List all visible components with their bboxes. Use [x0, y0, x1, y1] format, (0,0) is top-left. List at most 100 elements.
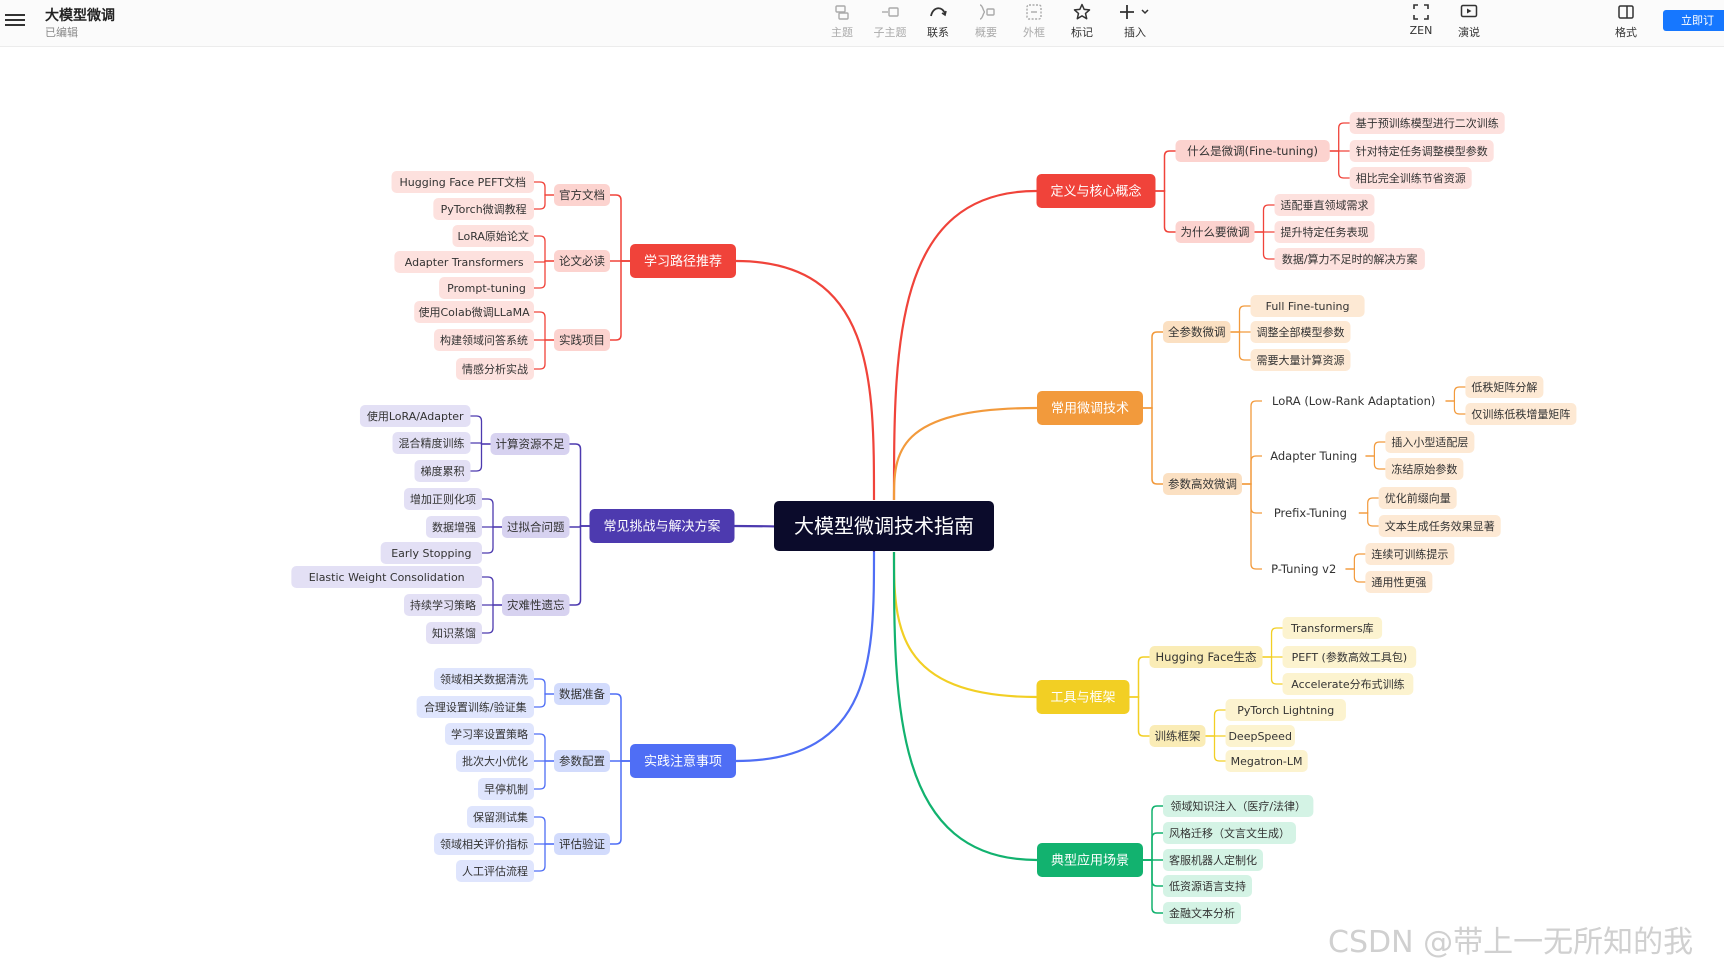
format-button[interactable]: 格式 [1598, 3, 1654, 40]
sub-link [610, 194, 630, 262]
leaf-topic[interactable]: PyTorch微调教程 [433, 198, 534, 220]
sub-topic[interactable]: 训练框架 [1149, 725, 1206, 747]
leaf-topic[interactable]: Adapter Transformers [394, 251, 534, 273]
leaf-topic[interactable]: Accelerate分布式训练 [1282, 673, 1414, 695]
node-text: Full Fine-tuning [1266, 300, 1350, 313]
sub-topic[interactable]: 参数高效微调 [1163, 473, 1242, 495]
leaf-topic[interactable]: 学习率设置策略 [445, 723, 534, 745]
main-topic[interactable]: 学习路径推荐 [630, 244, 736, 278]
leaf-topic[interactable]: 数据/算力不足时的解决方案 [1274, 248, 1425, 270]
leaf-topic[interactable]: 文本生成任务效果显著 [1378, 515, 1501, 537]
main-topic[interactable]: 典型应用场景 [1037, 843, 1143, 877]
leaf-topic[interactable]: 低秩矩阵分解 [1465, 376, 1544, 398]
leaf-topic[interactable]: Full Fine-tuning [1250, 295, 1365, 317]
sub-topic[interactable]: 过拟合问题 [502, 516, 570, 538]
sub-topic[interactable]: 为什么要微调 [1175, 221, 1255, 243]
leaf-topic[interactable]: Transformers库 [1282, 617, 1383, 639]
leaf-topic[interactable]: 连续可训练提示 [1365, 543, 1455, 565]
leaf-topic[interactable]: 优化前缀向量 [1378, 487, 1457, 509]
leaf-topic[interactable]: LoRA原始论文 [452, 225, 534, 247]
sub-topic[interactable]: Hugging Face生态 [1149, 646, 1263, 668]
leaf-topic[interactable]: Elastic Weight Consolidation [291, 566, 482, 588]
leaf-topic[interactable]: PEFT (参数高效工具包) [1282, 646, 1417, 668]
sub-topic[interactable]: 参数配置 [554, 750, 610, 772]
leaf-topic[interactable]: 持续学习策略 [404, 594, 482, 616]
leaf-topic[interactable]: 基于预训练模型进行二次训练 [1349, 112, 1505, 134]
sub-topic[interactable]: 全参数微调 [1163, 321, 1231, 343]
leaf-topic[interactable]: 混合精度训练 [392, 432, 471, 454]
node-text: 灾难性遗忘 [507, 598, 565, 612]
leaf-topic[interactable]: 保留测试集 [467, 806, 534, 828]
leaf-topic[interactable]: 冻结原始参数 [1385, 458, 1464, 480]
sub-topic[interactable]: 实践项目 [554, 329, 610, 351]
sub-topic-3[interactable]: Adapter Tuning [1262, 445, 1366, 467]
leaf-topic[interactable]: 增加正则化项 [404, 488, 482, 510]
leaf-topic[interactable]: 针对特定任务调整模型参数 [1349, 140, 1494, 162]
sub-topic[interactable]: 论文必读 [554, 250, 610, 272]
main-topic[interactable]: 常用微调技术 [1037, 391, 1143, 425]
sub-topic[interactable]: 计算资源不足 [490, 433, 570, 455]
leaf-topic[interactable]: 提升特定任务表现 [1274, 221, 1375, 243]
leaf-topic[interactable]: 使用LoRA/Adapter [359, 405, 471, 427]
leaf-topic[interactable]: 通用性更强 [1365, 571, 1433, 593]
main-topic[interactable]: 定义与核心概念 [1036, 174, 1156, 208]
leaf-topic[interactable]: PyTorch Lightning [1225, 699, 1346, 721]
menu-icon[interactable] [5, 11, 25, 29]
node-text: 针对特定任务调整模型参数 [1356, 144, 1488, 158]
leaf-topic[interactable]: 批次大小优化 [456, 750, 534, 772]
sub-topic[interactable]: 数据准备 [554, 683, 610, 705]
marker-button[interactable]: 标记 [1054, 3, 1110, 40]
leaf-topic[interactable]: Megatron-LM [1225, 750, 1308, 772]
sub-topic[interactable]: 什么是微调(Fine-tuning) [1175, 140, 1330, 162]
sub-topic-3[interactable]: Prefix-Tuning [1262, 502, 1359, 524]
leaf-topic[interactable]: 插入小型适配层 [1385, 431, 1475, 453]
leaf-topic[interactable]: DeepSpeed [1225, 725, 1295, 747]
sub-topic-3[interactable]: P-Tuning v2 [1262, 558, 1346, 580]
leaf-topic[interactable]: 早停机制 [478, 778, 534, 800]
mindmap-canvas[interactable]: 大模型微调技术指南 定义与核心概念 什么是微调(Fine-tuning) 基于预训练模… [0, 47, 1724, 966]
node-text: 金融文本分析 [1169, 906, 1235, 920]
top-toolbar: 大模型微调 已编辑 主题 子主题 联系 概要 外框 标记 插入 ZEN 演说 格… [0, 0, 1724, 47]
leaf-topic[interactable]: 构建领域问答系统 [434, 329, 534, 351]
pitch-button[interactable]: 演说 [1441, 3, 1497, 40]
sub-topic[interactable]: 灾难性遗忘 [502, 594, 570, 616]
leaf-link [1205, 735, 1226, 762]
insert-button[interactable]: 插入 [1107, 3, 1163, 40]
node-text: 官方文档 [559, 188, 605, 202]
leaf-link [534, 181, 554, 196]
leaf-topic[interactable]: 低资源语言支持 [1163, 875, 1252, 897]
document-title[interactable]: 大模型微调 [45, 5, 115, 25]
leaf-topic[interactable]: 适配垂直领域需求 [1274, 194, 1375, 216]
main-topic[interactable]: 工具与框架 [1036, 680, 1130, 714]
leaf-topic[interactable]: 人工评估流程 [456, 860, 534, 882]
root-topic[interactable]: 大模型微调技术指南 [774, 501, 994, 551]
leaf-topic[interactable]: 领域相关评价指标 [434, 833, 534, 855]
leaf-topic[interactable]: 客服机器人定制化 [1163, 849, 1263, 871]
leaf-topic[interactable]: 需要大量计算资源 [1250, 349, 1351, 371]
leaf-topic[interactable]: 领域知识注入（医疗/法律） [1163, 795, 1314, 817]
leaf-topic[interactable]: Prompt-tuning [439, 277, 534, 299]
leaf-link [1254, 231, 1275, 260]
leaf-topic[interactable]: 金融文本分析 [1163, 902, 1241, 924]
leaf-topic[interactable]: Hugging Face PEFT文档 [391, 171, 534, 193]
leaf-topic[interactable]: 知识蒸馏 [426, 622, 482, 644]
leaf-topic[interactable]: 合理设置训练/验证集 [416, 696, 534, 718]
sub-topic[interactable]: 官方文档 [554, 184, 610, 206]
main-topic[interactable]: 常见挑战与解决方案 [589, 509, 735, 543]
leaf-link [534, 843, 554, 872]
leaf-topic[interactable]: 梯度累积 [414, 460, 471, 482]
leaf-topic[interactable]: 使用Colab微调LLaMA [414, 301, 534, 323]
leaf-topic[interactable]: 仅训练低秩增量矩阵 [1465, 403, 1577, 425]
leaf-topic[interactable]: 情感分析实战 [456, 358, 534, 380]
leaf-topic[interactable]: 领域相关数据清洗 [434, 668, 534, 690]
sub-topic[interactable]: 评估验证 [554, 833, 610, 855]
leaf-topic[interactable]: Early Stopping [380, 542, 482, 564]
leaf-topic[interactable]: 风格迁移（文言文生成） [1163, 822, 1296, 844]
leaf-topic[interactable]: 相比完全训练节省资源 [1349, 167, 1472, 189]
leaf-topic[interactable]: 数据增强 [426, 516, 482, 538]
sub-topic-3[interactable]: LoRA (Low-Rank Adaptation) [1262, 390, 1446, 412]
leaf-link [1365, 441, 1386, 457]
main-topic[interactable]: 实践注意事项 [630, 744, 736, 778]
leaf-topic[interactable]: 调整全部模型参数 [1250, 321, 1351, 343]
subscribe-button[interactable]: 立即订 [1663, 10, 1724, 31]
